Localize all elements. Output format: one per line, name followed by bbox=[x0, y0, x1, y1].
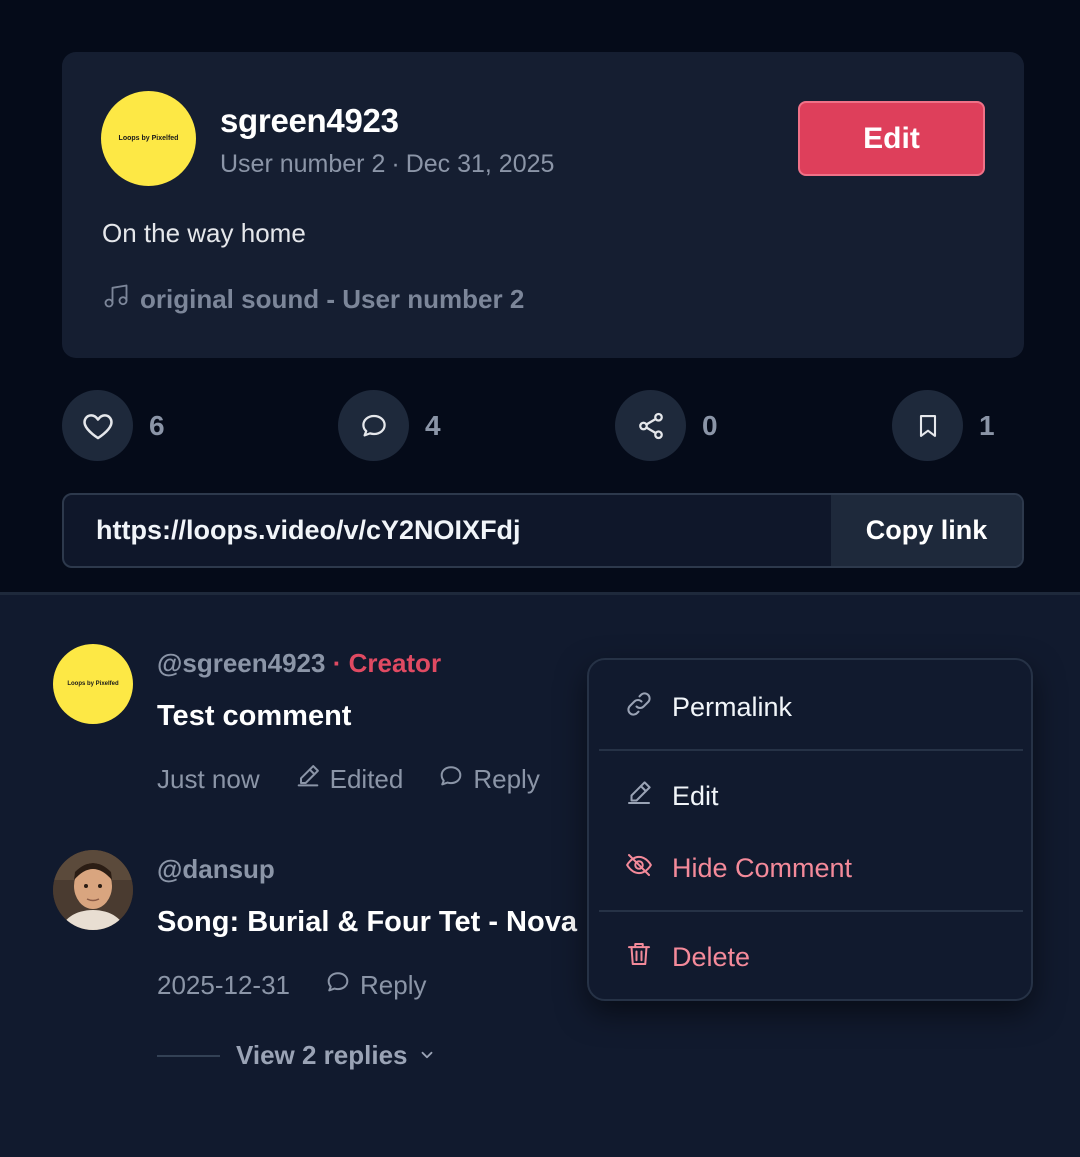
pencil-icon bbox=[294, 762, 330, 797]
post-date: Dec 31, 2025 bbox=[405, 150, 555, 178]
comment-handle[interactable]: @sgreen4923 · Creator bbox=[157, 648, 441, 679]
bookmark-count: 1 bbox=[979, 409, 995, 441]
link-icon bbox=[624, 689, 672, 726]
menu-label-edit: Edit bbox=[672, 780, 719, 811]
menu-item-permalink[interactable]: Permalink bbox=[597, 676, 1023, 738]
meta-separator: · bbox=[391, 150, 400, 178]
share-count: 0 bbox=[702, 409, 718, 441]
menu-item-hide-comment[interactable]: Hide Comment bbox=[597, 837, 1023, 899]
comment-icon[interactable] bbox=[338, 390, 409, 461]
post-username[interactable]: sgreen4923 bbox=[220, 102, 399, 140]
like-button[interactable]: 6 bbox=[62, 390, 165, 461]
reply-label: Reply bbox=[360, 970, 427, 1000]
eye-slash-icon bbox=[624, 850, 672, 887]
reply-icon bbox=[324, 968, 360, 1003]
share-button[interactable]: 0 bbox=[615, 390, 718, 461]
share-url[interactable]: https://loops.video/v/cY2NOIXFdj bbox=[96, 495, 521, 566]
menu-separator bbox=[599, 910, 1023, 912]
copy-link-button[interactable]: Copy link bbox=[831, 495, 1022, 566]
display-name: User number 2 bbox=[220, 150, 386, 178]
chevron-down-icon bbox=[408, 1040, 436, 1071]
comment-text: Song: Burial & Four Tet - Nova bbox=[157, 906, 577, 938]
share-icon[interactable] bbox=[615, 390, 686, 461]
reply-label: Reply bbox=[473, 764, 540, 794]
post-caption: On the way home bbox=[102, 218, 306, 248]
sound-link[interactable]: original sound - User number 2 bbox=[102, 282, 524, 317]
avatar[interactable]: Loops by Pixelfed bbox=[101, 91, 196, 186]
sound-label: original sound - User number 2 bbox=[140, 284, 525, 314]
menu-label-delete: Delete bbox=[672, 941, 751, 972]
menu-separator bbox=[599, 749, 1023, 751]
post-card: Loops by Pixelfed sgreen4923 User number… bbox=[62, 52, 1024, 358]
bookmark-icon[interactable] bbox=[892, 390, 963, 461]
comment-time: Just now bbox=[157, 764, 260, 794]
view-replies-label: View 2 replies bbox=[236, 1040, 408, 1070]
bookmark-button[interactable]: 1 bbox=[892, 390, 995, 461]
menu-item-delete[interactable]: Delete bbox=[597, 926, 1023, 988]
edited-indicator: Edited bbox=[294, 762, 404, 797]
menu-label-hide: Hide Comment bbox=[672, 852, 853, 883]
comment-count: 4 bbox=[425, 409, 441, 441]
heart-icon[interactable] bbox=[62, 390, 133, 461]
post-meta: User number 2 · Dec 31, 2025 bbox=[220, 150, 554, 179]
edited-label: Edited bbox=[329, 764, 404, 794]
comment-context-menu: Permalink Edit Hide Comment Delete bbox=[587, 658, 1033, 1001]
comment-handle[interactable]: @dansup bbox=[157, 854, 275, 885]
share-link-bar: https://loops.video/v/cY2NOIXFdj Copy li… bbox=[62, 493, 1024, 568]
music-note-icon bbox=[102, 282, 140, 317]
comment-text: Test comment bbox=[157, 700, 352, 732]
comment-meta: 2025-12-31 Reply bbox=[157, 968, 460, 1003]
view-replies-button[interactable]: View 2 replies bbox=[157, 1040, 436, 1071]
menu-item-edit[interactable]: Edit bbox=[597, 765, 1023, 827]
like-count: 6 bbox=[149, 409, 165, 441]
comment-avatar[interactable]: Loops by Pixelfed bbox=[53, 644, 133, 724]
replies-divider-line bbox=[157, 1054, 220, 1057]
comment-handle-text[interactable]: @sgreen4923 bbox=[157, 648, 325, 678]
trash-icon bbox=[624, 939, 672, 976]
edit-post-button[interactable]: Edit bbox=[798, 101, 985, 176]
menu-label-permalink: Permalink bbox=[672, 691, 793, 722]
creator-badge: · Creator bbox=[332, 648, 442, 678]
comment-time: 2025-12-31 bbox=[157, 970, 290, 1000]
comment-meta: Just now Edited Reply bbox=[157, 762, 574, 797]
comment-avatar-photo[interactable] bbox=[53, 850, 133, 930]
reply-button[interactable]: Reply bbox=[324, 968, 426, 1003]
reply-icon bbox=[437, 762, 473, 797]
pencil-icon bbox=[624, 778, 672, 815]
reply-button[interactable]: Reply bbox=[437, 762, 540, 797]
comment-button[interactable]: 4 bbox=[338, 390, 441, 461]
